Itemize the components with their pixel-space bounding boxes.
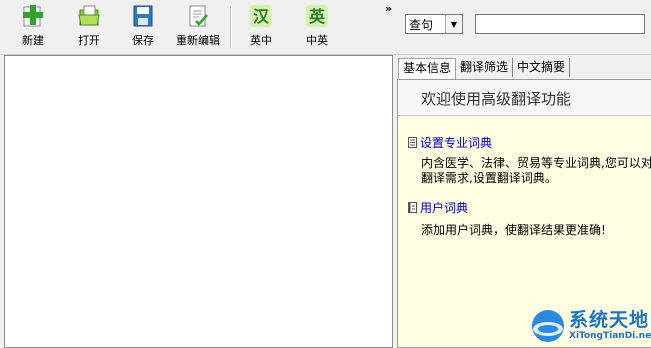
english-to-chinese-label: 英中	[250, 34, 272, 47]
open-label: 打开	[78, 34, 100, 47]
re-edit-button[interactable]: 重新编辑	[172, 4, 224, 50]
source-text-area[interactable]	[4, 55, 393, 348]
edit-document-icon	[189, 5, 208, 27]
toolbar-overflow-icon[interactable]: »	[385, 2, 392, 15]
new-button[interactable]: 新建	[14, 4, 52, 50]
save-button[interactable]: 保存	[124, 4, 162, 50]
english-to-chinese-button[interactable]: 汉 英中	[242, 4, 280, 50]
welcome-heading: 欢迎使用高级翻译功能	[398, 80, 651, 116]
document-icon	[408, 137, 417, 148]
search-mode-select[interactable]: 查句 ▼	[405, 14, 463, 34]
new-label: 新建	[22, 34, 44, 47]
re-edit-label: 重新编辑	[176, 34, 220, 47]
new-plus-icon	[23, 5, 43, 27]
chinese-to-english-icon: 英	[306, 5, 328, 27]
user-dictionary-title: 用户词典	[420, 201, 469, 215]
book-icon	[408, 202, 417, 213]
chevron-down-icon[interactable]: ▼	[445, 15, 462, 33]
svg-text:英: 英	[308, 7, 326, 26]
globe-logo-icon	[532, 310, 564, 342]
svg-text:汉: 汉	[253, 7, 270, 26]
tab-translation-filter[interactable]: 翻译筛选	[456, 58, 514, 77]
search-mode-value: 查句	[409, 17, 434, 32]
site-watermark: 系统天地 XiTongTianDi.net	[527, 303, 651, 348]
professional-dictionary-title: 设置专业词典	[420, 136, 493, 150]
search-input[interactable]	[475, 14, 645, 34]
user-dictionary-desc: 添加用户词典，使翻译结果更准确!	[421, 223, 606, 237]
watermark-title: 系统天地	[569, 309, 650, 331]
watermark-subtitle: XiTongTianDi.net	[569, 331, 651, 341]
professional-dictionary-desc-2: 翻译需求,设置翻译词典。	[421, 171, 557, 185]
english-to-chinese-icon: 汉	[250, 5, 272, 27]
professional-dictionary-desc-1: 内含医学、法律、贸易等专业词典,您可以对	[421, 156, 651, 170]
tab-basic-info[interactable]: 基本信息	[398, 58, 457, 79]
chinese-to-english-label: 中英	[306, 34, 328, 47]
save-label: 保存	[132, 34, 154, 47]
toolbar: 新建 打开 保存 重新编辑 汉 英中 英 中英 » 查句 ▼	[0, 0, 651, 55]
open-button[interactable]: 打开	[70, 4, 108, 50]
tab-chinese-summary[interactable]: 中文摘要	[513, 58, 571, 77]
right-panel-tabs: 基本信息 翻译筛选 中文摘要	[398, 58, 571, 79]
save-floppy-icon	[133, 5, 153, 27]
professional-dictionary-link[interactable]: 设置专业词典	[408, 134, 492, 151]
chinese-to-english-button[interactable]: 英 中英	[298, 4, 336, 50]
toolbar-separator	[230, 6, 232, 48]
open-folder-icon	[78, 5, 100, 26]
user-dictionary-link[interactable]: 用户词典	[408, 199, 468, 216]
